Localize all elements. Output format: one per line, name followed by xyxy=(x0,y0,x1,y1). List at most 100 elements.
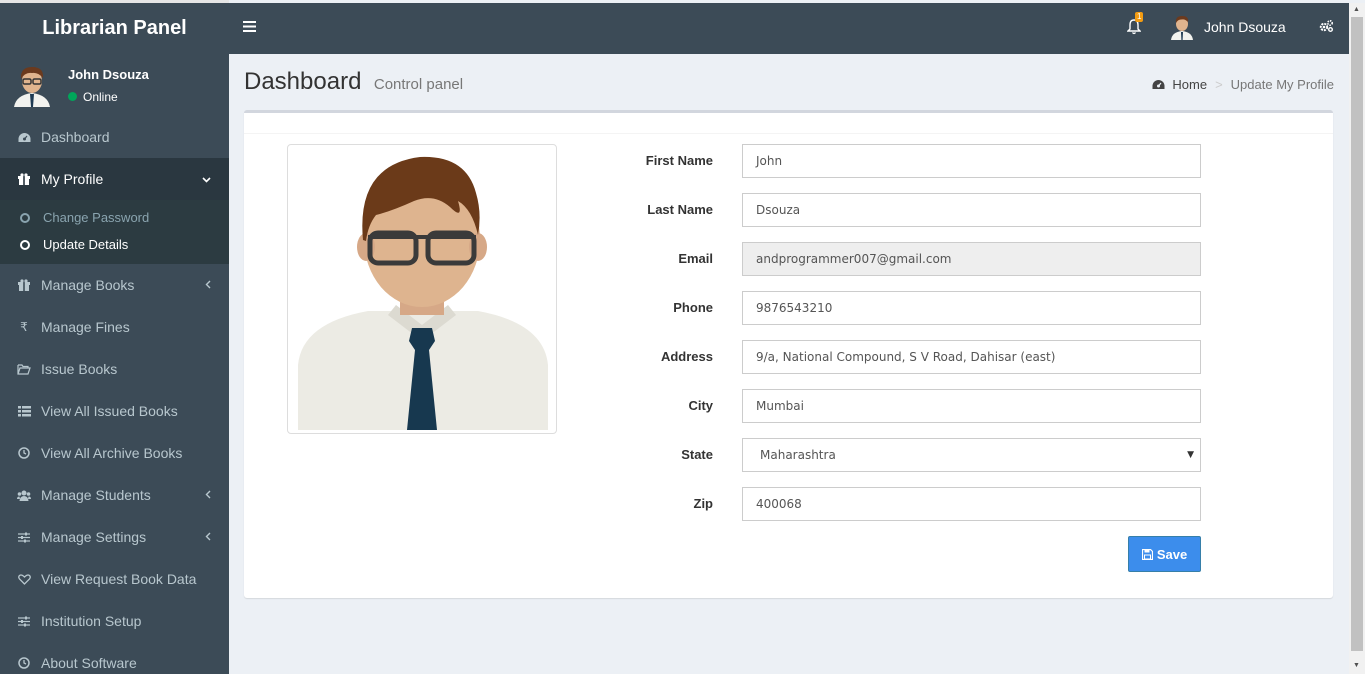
zip-field[interactable]: 400068 xyxy=(742,487,1201,521)
email-label: Email xyxy=(678,251,713,266)
page-title: Dashboard xyxy=(244,68,362,95)
address-label: Address xyxy=(660,349,713,364)
header-user-menu[interactable]: John Dsouza xyxy=(1170,14,1286,40)
sidebar-item-about-software[interactable]: About Software xyxy=(0,642,229,674)
sidebar-item-view-all-issued-books[interactable]: View All Issued Books xyxy=(0,390,229,432)
state-selected-value: Maharashtra xyxy=(760,448,836,462)
hamburger-menu-icon[interactable] xyxy=(243,19,256,37)
profile-box: First Name John Last Name Dsouza Email a… xyxy=(244,110,1333,598)
sidebar-item-label: View All Archive Books xyxy=(41,445,183,461)
form-row-first-name: First Name John xyxy=(624,144,1201,178)
sidebar-item-label: Dashboard xyxy=(41,129,110,145)
sidebar-item-dashboard[interactable]: Dashboard xyxy=(0,116,229,158)
phone-field[interactable]: 9876543210 xyxy=(742,291,1201,325)
circle-icon xyxy=(20,212,30,223)
chevron-left-icon xyxy=(205,278,211,292)
form-row-last-name: Last Name Dsouza xyxy=(624,193,1201,227)
heart-icon xyxy=(17,573,31,585)
sidebar-item-view-all-archive-books[interactable]: View All Archive Books xyxy=(0,432,229,474)
scrollbar-thumb[interactable] xyxy=(1351,17,1363,651)
user-panel: John Dsouza Online xyxy=(0,54,229,116)
breadcrumb-separator: > xyxy=(1215,77,1223,92)
floppy-disk-icon xyxy=(1141,548,1153,560)
sidebar-item-manage-fines[interactable]: ₹ Manage Fines xyxy=(0,306,229,348)
folder-open-icon xyxy=(17,363,31,375)
sidebar-item-label: Manage Settings xyxy=(41,529,147,545)
avatar xyxy=(10,63,54,107)
submenu-item-change-password[interactable]: Change Password xyxy=(0,204,229,231)
sliders-icon xyxy=(17,616,31,627)
chevron-left-icon xyxy=(205,530,211,544)
content-header: Dashboard Control panel Home > Update My… xyxy=(244,68,1334,98)
submenu-item-update-details[interactable]: Update Details xyxy=(0,231,229,258)
sidebar-item-view-request-book-data[interactable]: View Request Book Data xyxy=(0,558,229,600)
sidebar-item-institution-setup[interactable]: Institution Setup xyxy=(0,600,229,642)
sliders-icon xyxy=(17,532,31,543)
breadcrumb-current: Update My Profile xyxy=(1230,77,1334,92)
dashboard-icon xyxy=(17,132,31,143)
clock-icon xyxy=(17,657,31,669)
sidebar-item-label: View Request Book Data xyxy=(41,571,197,587)
state-label: State xyxy=(681,447,713,462)
sidebar-item-label: Manage Books xyxy=(41,277,135,293)
sidebar-item-label: My Profile xyxy=(41,171,104,187)
sidebar-item-label: Institution Setup xyxy=(41,613,142,629)
users-icon xyxy=(17,490,31,501)
last-name-field[interactable]: Dsouza xyxy=(742,193,1201,227)
page-subtitle: Control panel xyxy=(373,76,464,93)
sidebar: Librarian Panel John Dsouza Online Dashb… xyxy=(0,0,229,674)
chevron-left-icon xyxy=(205,488,211,502)
online-dot-icon xyxy=(68,92,77,101)
city-label: City xyxy=(688,398,713,413)
sidebar-item-label: View All Issued Books xyxy=(41,403,178,419)
form-row-email: Email andprogrammer007@gmail.com xyxy=(624,242,1201,276)
clock-icon xyxy=(17,447,31,459)
save-button[interactable]: Save xyxy=(1128,536,1201,572)
address-field[interactable]: 9/a, National Compound, S V Road, Dahisa… xyxy=(742,340,1201,374)
avatar xyxy=(1171,16,1193,40)
circle-icon xyxy=(20,239,30,250)
form-row-address: Address 9/a, National Compound, S V Road… xyxy=(624,340,1201,374)
last-name-label: Last Name xyxy=(647,202,713,217)
profile-submenu: Change Password Update Details xyxy=(0,200,229,264)
top-navbar: 1 John Dsouza xyxy=(229,3,1365,54)
first-name-field[interactable]: John xyxy=(742,144,1201,178)
notification-bell-icon[interactable]: 1 xyxy=(1126,12,1144,40)
sidebar-item-label: About Software xyxy=(41,655,137,671)
form-row-state: State Maharashtra ▼ xyxy=(624,438,1201,472)
form-row-zip: Zip 400068 xyxy=(624,487,1201,521)
chevron-down-icon xyxy=(202,172,211,186)
brand-logo[interactable]: Librarian Panel xyxy=(0,0,229,54)
sidebar-item-my-profile[interactable]: My Profile xyxy=(0,158,229,200)
status-label: Online xyxy=(83,89,118,104)
dashboard-icon xyxy=(1152,79,1165,90)
form-row-phone: Phone 9876543210 xyxy=(624,291,1201,325)
scroll-up-arrow-icon[interactable]: ▲ xyxy=(1353,6,1360,13)
sidebar-item-label: Manage Students xyxy=(41,487,151,503)
city-field[interactable]: Mumbai xyxy=(742,389,1201,423)
gears-icon[interactable] xyxy=(1319,19,1334,38)
notification-badge: 1 xyxy=(1135,12,1144,22)
zip-label: Zip xyxy=(693,496,714,511)
sidebar-item-manage-settings[interactable]: Manage Settings xyxy=(0,516,229,558)
submenu-item-label: Update Details xyxy=(43,237,129,252)
save-button-label: Save xyxy=(1156,546,1188,562)
gift-icon xyxy=(17,173,31,185)
profile-avatar-image xyxy=(298,156,548,430)
first-name-label: First Name xyxy=(645,153,713,168)
phone-label: Phone xyxy=(673,300,713,315)
caret-down-icon: ▼ xyxy=(1187,450,1194,460)
scroll-down-arrow-icon[interactable]: ▼ xyxy=(1353,662,1360,669)
sidebar-item-manage-students[interactable]: Manage Students xyxy=(0,474,229,516)
page-scrollbar[interactable]: ▲ ▼ xyxy=(1349,3,1365,674)
user-name: John Dsouza xyxy=(68,66,149,82)
sidebar-item-label: Issue Books xyxy=(41,361,118,377)
online-status: Online xyxy=(68,90,149,104)
sidebar-item-manage-books[interactable]: Manage Books xyxy=(0,264,229,306)
rupee-icon: ₹ xyxy=(20,320,28,334)
sidebar-menu: Dashboard My Profile Change Password Upd… xyxy=(0,116,229,674)
header-user-name: John Dsouza xyxy=(1204,19,1286,35)
breadcrumb-home-link[interactable]: Home xyxy=(1172,77,1207,92)
state-select[interactable]: Maharashtra ▼ xyxy=(742,438,1201,472)
sidebar-item-issue-books[interactable]: Issue Books xyxy=(0,348,229,390)
